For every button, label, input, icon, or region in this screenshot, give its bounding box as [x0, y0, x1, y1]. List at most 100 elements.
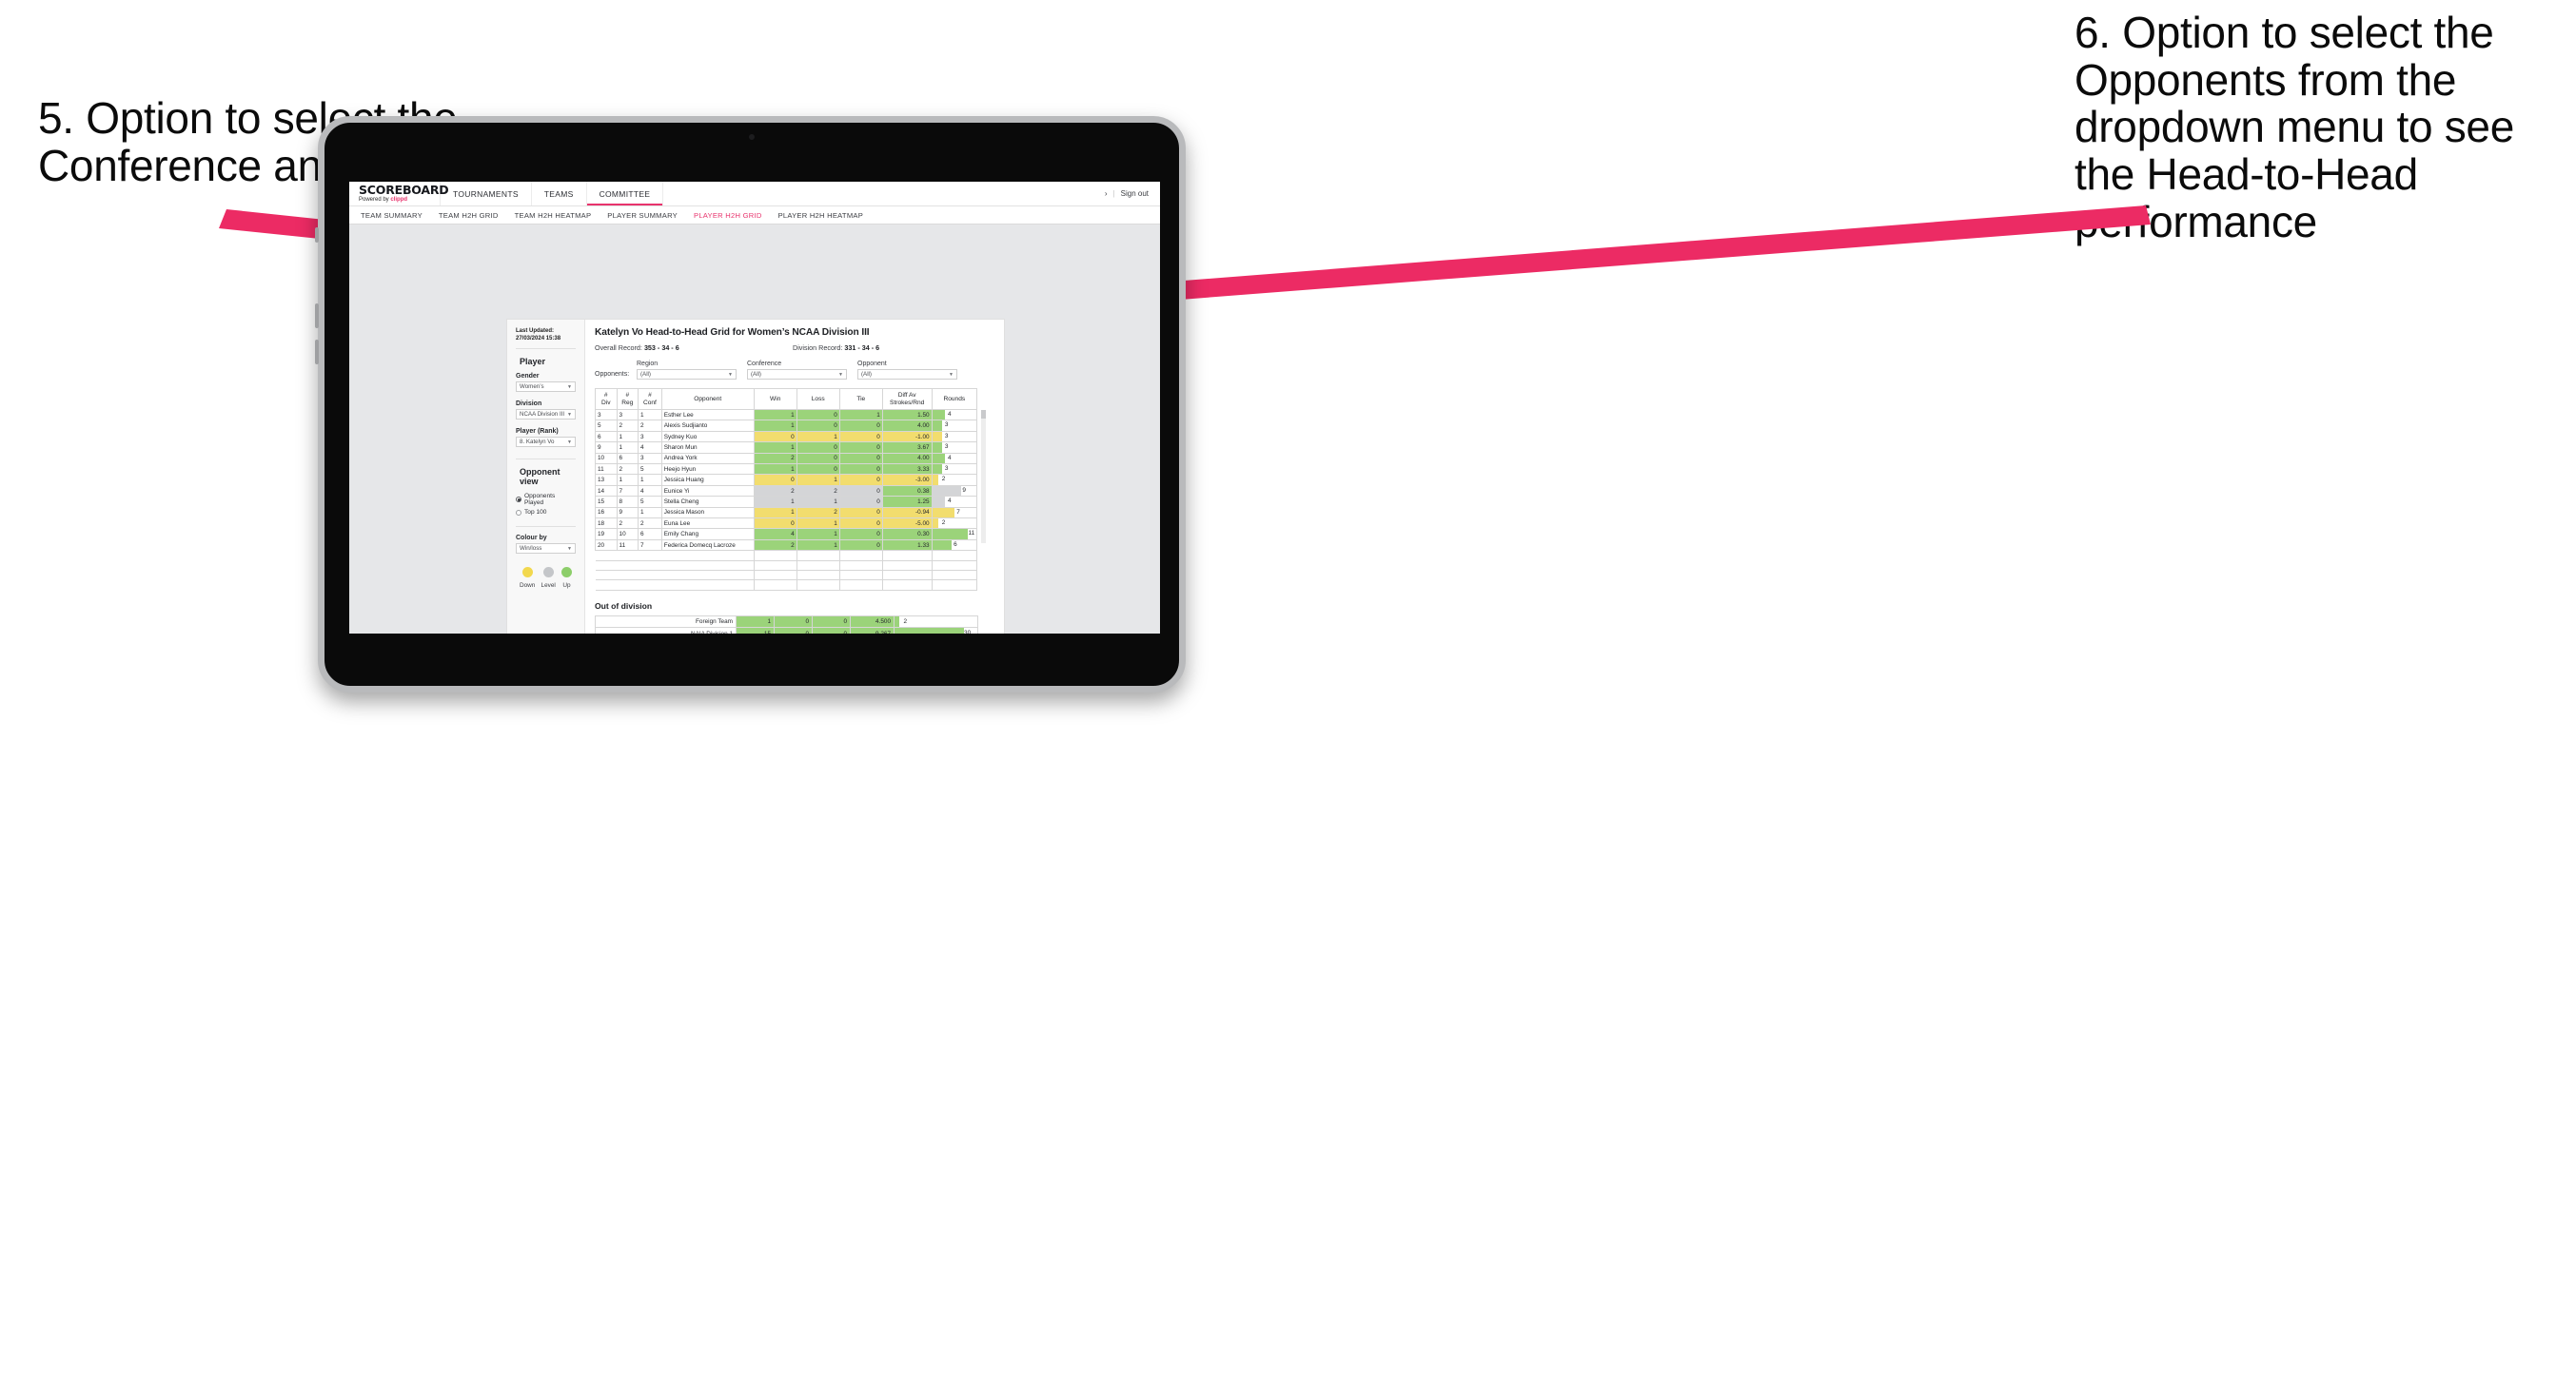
cell-reg: 1 [616, 474, 639, 486]
cell-conf: 5 [638, 463, 662, 476]
column-header-tie[interactable]: Tie [838, 388, 883, 410]
table-row[interactable]: 19 10 6 Emily Chang 4 1 0 0.30 11 [595, 528, 978, 540]
table-row[interactable]: 9 1 4 Sharon Mun 1 0 0 3.67 3 [595, 441, 978, 454]
cell-opponent: Sydney Kuo [660, 430, 755, 443]
cell-reg: 10 [616, 528, 639, 540]
cell-reg: 1 [616, 441, 639, 454]
cell-win: 0 [753, 517, 797, 530]
ood-cell-diff: 4.500 [850, 615, 895, 629]
cell-rounds: 4 [931, 452, 978, 465]
column-header-reg[interactable]: # Reg [616, 388, 639, 410]
table-row[interactable]: 16 9 1 Jessica Mason 1 2 0 -0.94 7 [595, 506, 978, 519]
chevron-down-icon: ▼ [567, 383, 572, 390]
tab-team-h2h-grid[interactable]: TEAM H2H GRID [439, 211, 499, 220]
overall-record: Overall Record: 353 - 34 - 6 [595, 343, 793, 352]
h2h-grid-table: # Div # Reg # Conf Opponent Win Loss Tie Diff Av St… [595, 388, 978, 591]
logo-brand: clippd [390, 197, 408, 204]
tablet-button-volume-up[interactable] [315, 303, 319, 328]
radio-opponents-played[interactable]: Opponents Played [516, 493, 576, 506]
ood-cell-name: NAIA Division 1 [595, 627, 737, 634]
cell-reg: 1 [616, 430, 639, 443]
tab-player-summary[interactable]: PLAYER SUMMARY [607, 211, 678, 220]
cell-div: 10 [595, 452, 618, 465]
colour-by-select[interactable]: Win/loss ▼ [516, 543, 576, 555]
opponent-value: (All) [861, 371, 872, 378]
top-nav-spacer [663, 182, 1105, 205]
column-header-opponent[interactable]: Opponent [660, 388, 755, 410]
column-header-conf[interactable]: # Conf [638, 388, 662, 410]
rounds-bar [933, 442, 942, 453]
h2h-grid-wrapper: # Div # Reg # Conf Opponent Win Loss Tie Diff Av St… [595, 388, 986, 591]
tab-player-h2h-grid[interactable]: PLAYER H2H GRID [694, 211, 762, 220]
table-row[interactable]: 10 6 3 Andrea York 2 0 0 4.00 4 [595, 452, 978, 465]
table-row[interactable]: 6 1 3 Sydney Kuo 0 1 0 -1.00 3 [595, 430, 978, 443]
rounds-value: 2 [941, 519, 946, 527]
sign-out-button[interactable]: Sign out [1121, 189, 1149, 198]
cell-rounds: 7 [931, 506, 978, 519]
radio-top-100[interactable]: Top 100 [516, 509, 576, 516]
tablet-button-volume-down[interactable] [315, 340, 319, 364]
rounds-value: 30 [964, 630, 972, 634]
cell-empty [595, 570, 618, 581]
table-row[interactable]: 3 3 1 Esther Lee 1 0 1 1.50 4 [595, 408, 978, 421]
cell-empty [838, 570, 883, 581]
rounds-bar [933, 410, 946, 420]
table-row[interactable]: 20 11 7 Federica Domecq Lacroze 2 1 0 1.33 6 [595, 538, 978, 552]
table-row[interactable]: 18 2 2 Euna Lee 0 1 0 -5.00 2 [595, 517, 978, 530]
table-row[interactable]: 13 1 1 Jessica Huang 0 1 0 -3.00 2 [595, 474, 978, 486]
cell-conf: 5 [638, 496, 662, 508]
table-row[interactable]: 5 2 2 Alexis Sudjianto 1 0 0 4.00 3 [595, 420, 978, 432]
player-rank-value: 8. Katelyn Vo [520, 439, 555, 446]
cell-div: 15 [595, 496, 618, 508]
top-nav-item-tournaments[interactable]: TOURNAMENTS [441, 182, 532, 205]
player-rank-select[interactable]: 8. Katelyn Vo ▼ [516, 437, 576, 448]
tab-team-summary[interactable]: TEAM SUMMARY [361, 211, 423, 220]
radio-icon [516, 509, 521, 516]
division-value: NCAA Division III [520, 411, 565, 419]
table-row[interactable]: 14 7 4 Eunice Yi 2 2 0 0.38 9 [595, 484, 978, 498]
filter-label-conference: Conference [747, 361, 782, 367]
vertical-scrollbar-track[interactable] [981, 410, 986, 543]
cell-tie: 0 [838, 463, 883, 476]
table-row[interactable]: 15 8 5 Stella Cheng 1 1 0 1.25 4 [595, 496, 978, 508]
top-nav-item-teams[interactable]: TEAMS [532, 182, 587, 205]
column-header-win[interactable]: Win [753, 388, 797, 410]
column-header-diff-av-strokes-rnd[interactable]: Diff Av Strokes/Rnd [881, 388, 933, 410]
column-header-div[interactable]: # Div [595, 388, 618, 410]
rounds-bar [895, 628, 965, 634]
out-of-division-row[interactable]: NAIA Division 115009.26730 [595, 627, 978, 634]
rounds-bar [933, 464, 942, 474]
cell-div: 20 [595, 538, 618, 552]
cell-opponent: Alexis Sudjianto [660, 420, 755, 432]
out-of-division-row[interactable]: Foreign Team 1 0 0 4.500 2 [595, 615, 978, 629]
cell-opponent: Sharon Mun [660, 441, 755, 454]
vertical-scrollbar-thumb[interactable] [981, 410, 986, 419]
cell-empty [881, 559, 933, 572]
conference-select[interactable]: (All) ▼ [747, 369, 847, 380]
column-header-loss[interactable]: Loss [796, 388, 840, 410]
table-row[interactable]: 11 2 5 Heejo Hyun 1 0 0 3.33 3 [595, 463, 978, 476]
logo-wordmark: SCOREBOARD [359, 182, 449, 197]
chevron-down-icon: ▼ [567, 411, 572, 418]
tablet-button-power[interactable] [315, 227, 319, 243]
top-nav-item-committee[interactable]: COMMITTEE [586, 182, 664, 205]
rounds-bar [933, 454, 946, 463]
column-header-rounds[interactable]: Rounds [931, 388, 978, 410]
gender-select[interactable]: Women’s ▼ [516, 381, 576, 393]
filter-label-opponent: Opponent [857, 361, 887, 367]
cell-conf: 4 [638, 441, 662, 454]
radio-label: Opponents Played [524, 493, 556, 507]
division-select[interactable]: NCAA Division III ▼ [516, 409, 576, 420]
cell-win: 2 [753, 484, 797, 498]
cell-empty [661, 559, 755, 572]
app-logo[interactable]: SCOREBOARD Powered by clippd [349, 182, 449, 205]
ood-cell-diff: 9.267 [850, 627, 895, 634]
cell-div: 18 [595, 517, 618, 530]
cell-win: 1 [753, 420, 797, 432]
tab-player-h2h-heatmap[interactable]: PLAYER H2H HEATMAP [778, 211, 863, 220]
chevron-right-icon[interactable]: › [1105, 189, 1108, 198]
opponent-select[interactable]: (All) ▼ [857, 369, 957, 380]
tab-team-h2h-heatmap[interactable]: TEAM H2H HEATMAP [515, 211, 592, 220]
region-select[interactable]: (All) ▼ [637, 369, 737, 380]
